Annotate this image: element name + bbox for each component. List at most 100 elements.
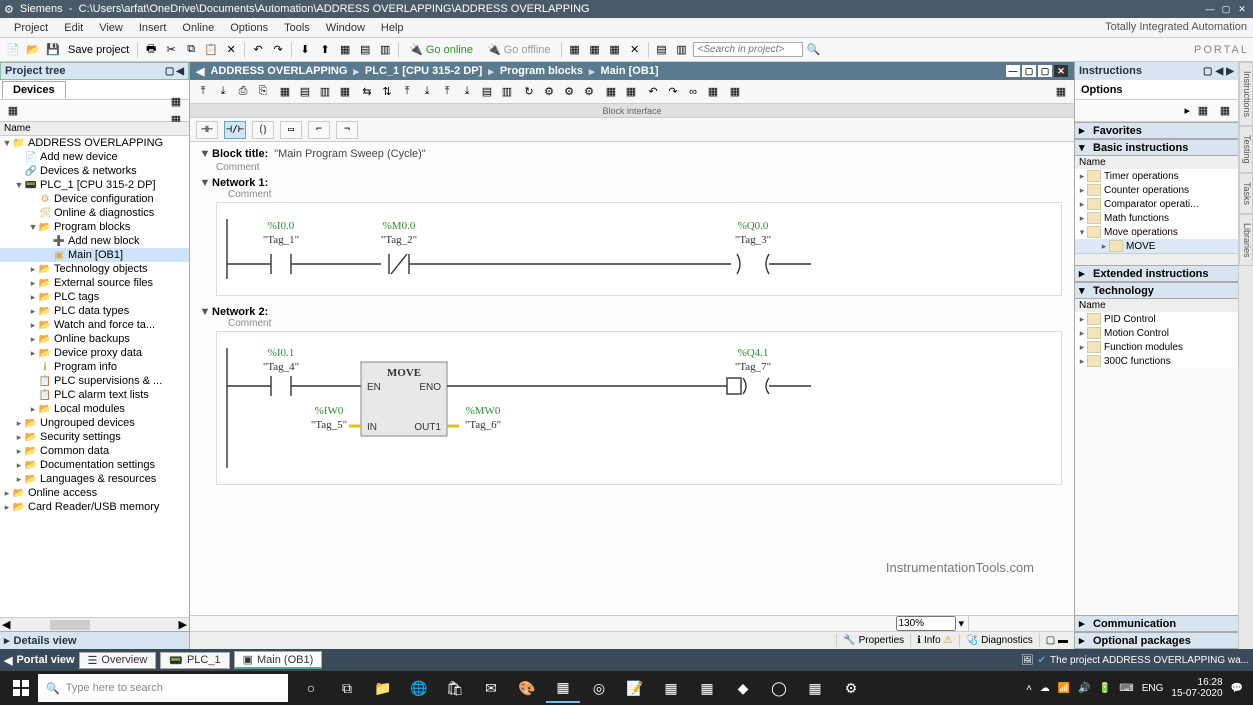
side-tab-tasks[interactable]: Tasks <box>1239 173 1253 214</box>
menu-options[interactable]: Options <box>222 20 276 36</box>
instr-opt-1[interactable]: ▦ <box>1194 102 1212 120</box>
tray-volume-icon[interactable]: 🔊 <box>1078 683 1090 694</box>
tray-clock[interactable]: 16:28 15-07-2020 <box>1171 677 1222 699</box>
et-20[interactable]: ⚙ <box>580 83 598 101</box>
tree-node-0[interactable]: ▼📁ADDRESS OVERLAPPING <box>0 136 189 150</box>
et-25[interactable]: ∞ <box>684 83 702 101</box>
block-comment[interactable]: Comment <box>198 162 1066 173</box>
et-22[interactable]: ▦ <box>622 83 640 101</box>
search-icon[interactable]: 🔍 <box>805 41 823 59</box>
upload-icon[interactable]: ⬆ <box>316 41 334 59</box>
network-2-body[interactable]: %I0.1 "Tag_4" MOVE EN ENO IN OUT1 %IW0 "… <box>216 331 1062 485</box>
lad-no-contact[interactable]: ⊣⊢ <box>196 121 218 139</box>
network-1-body[interactable]: %I0.0 "Tag_1" %M0.0 "Tag_2" %Q0.0 "Tag_3… <box>216 202 1062 296</box>
tree-node-25[interactable]: ▸📂Online access <box>0 486 189 500</box>
tree-node-7[interactable]: ➕Add new block <box>0 234 189 248</box>
et-24[interactable]: ↷ <box>664 83 682 101</box>
tree-node-10[interactable]: ▸📂External source files <box>0 276 189 290</box>
tab-plc[interactable]: 📟 PLC_1 <box>160 652 229 669</box>
instr-opt-2[interactable]: ▦ <box>1216 102 1234 120</box>
tree-node-6[interactable]: ▼📂Program blocks <box>0 220 189 234</box>
net2-comment[interactable]: Comment <box>198 318 1066 329</box>
et-8[interactable]: ▦ <box>336 83 354 101</box>
et-18[interactable]: ⚙ <box>540 83 558 101</box>
tree-node-21[interactable]: ▸📂Security settings <box>0 430 189 444</box>
tray-keyboard-icon[interactable]: ⌨ <box>1119 683 1133 694</box>
info-tab[interactable]: ℹInfo⚠ <box>910 634 958 647</box>
technology-section[interactable]: ▾Technology <box>1075 282 1238 299</box>
tree-tbtn-1[interactable]: ▦ <box>4 102 22 120</box>
undo-icon[interactable]: ↶ <box>249 41 267 59</box>
et-13[interactable]: ⤒ <box>438 83 456 101</box>
save-icon[interactable]: 💾 <box>44 41 62 59</box>
et-14[interactable]: ⤓ <box>458 83 476 101</box>
lad-box[interactable]: ▭ <box>280 121 302 139</box>
editor-close-button[interactable]: ✕ <box>1054 65 1068 77</box>
bc-back-icon[interactable]: ◀ <box>196 65 204 78</box>
tree-node-23[interactable]: ▸📂Documentation settings <box>0 458 189 472</box>
store-icon[interactable]: 🛍 <box>438 673 472 703</box>
menu-project[interactable]: Project <box>6 20 56 36</box>
project-search-input[interactable] <box>693 42 803 57</box>
lad-branch-open[interactable]: ⌐ <box>308 121 330 139</box>
breadcrumb-1[interactable]: PLC_1 [CPU 315-2 DP] <box>365 65 482 77</box>
tb-icon-e[interactable]: ▤ <box>653 41 671 59</box>
mail-icon[interactable]: ✉ <box>474 673 508 703</box>
tab-overview[interactable]: ☰ Overview <box>79 652 157 669</box>
instr-col2-icon[interactable]: ▶ <box>1226 66 1234 77</box>
breadcrumb-3[interactable]: Main [OB1] <box>601 65 659 77</box>
net1-comment[interactable]: Comment <box>198 189 1066 200</box>
et-16[interactable]: ▥ <box>498 83 516 101</box>
et-17[interactable]: ↻ <box>520 83 538 101</box>
save-project-button[interactable]: Save project <box>64 44 133 56</box>
cut-icon[interactable]: ✂ <box>162 41 180 59</box>
tree-node-12[interactable]: ▸📂PLC data types <box>0 304 189 318</box>
portal-view-button[interactable]: ◀ Portal view <box>4 654 75 667</box>
lad-nc-contact[interactable]: ⊣/⊢ <box>224 121 246 139</box>
app3-icon[interactable]: ◆ <box>726 673 760 703</box>
tree-tbtn-2[interactable]: ▦ <box>167 93 185 111</box>
app6-icon[interactable]: ⚙ <box>834 673 868 703</box>
tree-node-11[interactable]: ▸📂PLC tags <box>0 290 189 304</box>
instr-options[interactable]: Options <box>1075 80 1238 100</box>
net1-caret[interactable]: ▼ <box>198 177 212 189</box>
tree-node-13[interactable]: ▸📂Watch and force ta... <box>0 318 189 332</box>
app2-icon[interactable]: ▦ <box>690 673 724 703</box>
cortana-icon[interactable]: ○ <box>294 673 328 703</box>
tree-node-22[interactable]: ▸📂Common data <box>0 444 189 458</box>
tb-icon-d[interactable]: ✕ <box>626 41 644 59</box>
redo-icon[interactable]: ↷ <box>269 41 287 59</box>
properties-tab[interactable]: 🔧Properties <box>836 634 910 647</box>
tree-node-16[interactable]: ℹProgram info <box>0 360 189 374</box>
communication-section[interactable]: ▸Communication <box>1075 615 1238 632</box>
tech-item-0[interactable]: ▸PID Control <box>1075 312 1238 326</box>
optional-packages-section[interactable]: ▸Optional packages <box>1075 632 1238 649</box>
pin-icon[interactable]: ▢ <box>165 66 174 77</box>
et-5[interactable]: ▦ <box>276 83 294 101</box>
editor-max-button[interactable]: ▢ <box>1022 65 1036 77</box>
et-3[interactable]: ⎙ <box>234 83 252 101</box>
app1-icon[interactable]: ▦ <box>654 673 688 703</box>
menu-window[interactable]: Window <box>318 20 373 36</box>
tree-node-17[interactable]: 📋PLC supervisions & ... <box>0 374 189 388</box>
block-interface-bar[interactable]: Block interface <box>190 104 1074 118</box>
go-online-button[interactable]: 🔌 Go online <box>403 43 479 56</box>
et-27[interactable]: ▦ <box>726 83 744 101</box>
et-21[interactable]: ▦ <box>602 83 620 101</box>
block-title-text[interactable]: "Main Program Sweep (Cycle)" <box>274 148 425 160</box>
tree-node-18[interactable]: 📋PLC alarm text lists <box>0 388 189 402</box>
paint-icon[interactable]: 🎨 <box>510 673 544 703</box>
extended-instructions-section[interactable]: ▸Extended instructions <box>1075 265 1238 282</box>
print-icon[interactable]: 🖶 <box>142 41 160 59</box>
et-12[interactable]: ⤓ <box>418 83 436 101</box>
side-tab-instructions[interactable]: Instructions <box>1239 62 1253 126</box>
zoom-input[interactable] <box>896 616 956 631</box>
tray-wifi-icon[interactable]: 📶 <box>1058 683 1070 694</box>
tb-icon-c[interactable]: ▦ <box>606 41 624 59</box>
close-button[interactable]: ✕ <box>1235 3 1249 15</box>
instr-item-4[interactable]: ▾Move operations <box>1075 225 1238 239</box>
tree-node-26[interactable]: ▸📂Card Reader/USB memory <box>0 500 189 514</box>
menu-edit[interactable]: Edit <box>56 20 91 36</box>
block-title-caret[interactable]: ▼ <box>198 148 212 160</box>
diagnostics-tab[interactable]: 🩺Diagnostics <box>959 634 1039 647</box>
